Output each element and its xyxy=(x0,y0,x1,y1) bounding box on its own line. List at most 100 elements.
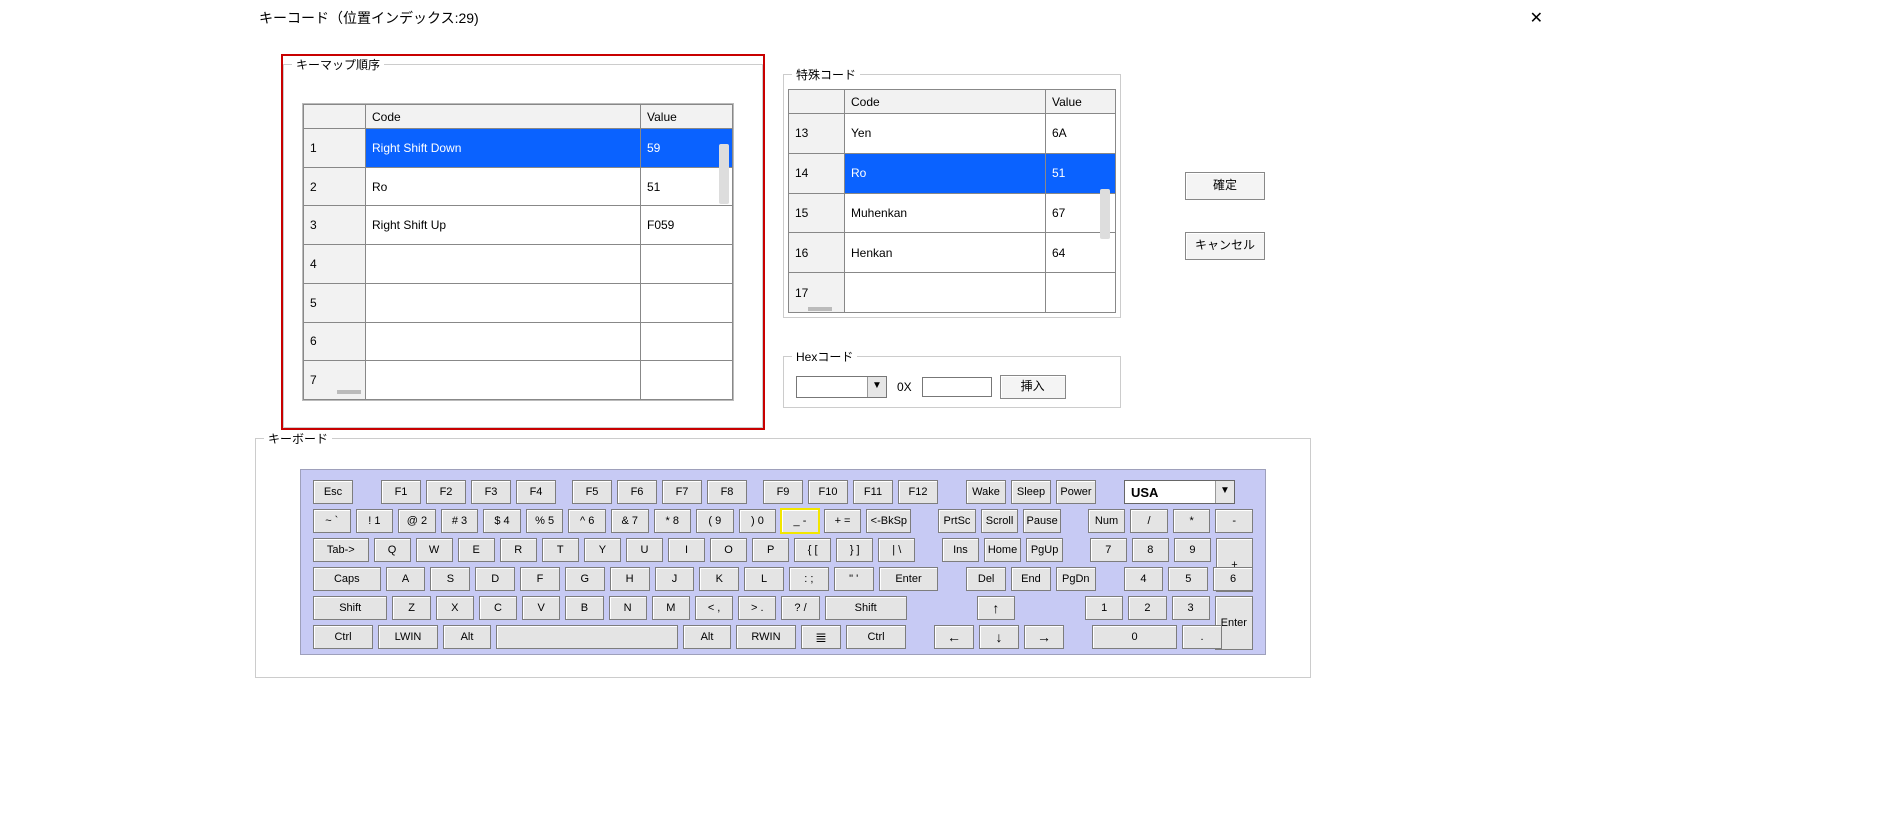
arrow-left-icon[interactable]: ← xyxy=(934,625,974,649)
hex-function-select[interactable]: ▼ xyxy=(796,376,887,398)
key-g[interactable]: G xyxy=(565,567,605,591)
key-0[interactable]: ) 0 xyxy=(739,509,777,533)
key-numlock[interactable]: Num xyxy=(1088,509,1126,533)
close-icon[interactable]: ✕ xyxy=(1524,8,1549,28)
key-h[interactable]: H xyxy=(610,567,650,591)
key-f9[interactable]: F9 xyxy=(763,480,803,504)
key-num7[interactable]: 7 xyxy=(1090,538,1127,562)
ok-button[interactable]: 確定 xyxy=(1185,172,1265,200)
cell-value[interactable]: 51 xyxy=(1046,153,1116,193)
key-backslash[interactable]: | \ xyxy=(878,538,915,562)
col-value[interactable]: Value xyxy=(641,105,733,129)
key-slash[interactable]: ? / xyxy=(781,596,819,620)
key-f12[interactable]: F12 xyxy=(898,480,938,504)
cell-value[interactable] xyxy=(641,245,733,284)
key-f10[interactable]: F10 xyxy=(808,480,848,504)
cell-code[interactable]: Right Shift Down xyxy=(366,129,641,168)
scrollbar[interactable] xyxy=(1100,189,1110,239)
key-equal[interactable]: + = xyxy=(824,509,862,533)
key-f5[interactable]: F5 xyxy=(572,480,612,504)
table-row[interactable]: 3 Right Shift Up F059 xyxy=(304,206,733,245)
table-row[interactable]: 2 Ro 51 xyxy=(304,167,733,206)
table-row[interactable]: 13 Yen 6A xyxy=(789,114,1116,154)
arrow-up-icon[interactable]: ↑ xyxy=(977,596,1015,620)
key-num8[interactable]: 8 xyxy=(1132,538,1169,562)
table-row[interactable]: 15 Muhenkan 67 xyxy=(789,193,1116,233)
table-row[interactable]: 17 xyxy=(789,273,1116,313)
key-y[interactable]: Y xyxy=(584,538,621,562)
key-p[interactable]: P xyxy=(752,538,789,562)
key-j[interactable]: J xyxy=(655,567,695,591)
key-numsub[interactable]: - xyxy=(1215,509,1253,533)
special-code-table[interactable]: Code Value 13 Yen 6A 14 Ro 51 xyxy=(788,89,1116,313)
key-num1[interactable]: 1 xyxy=(1085,596,1123,620)
key-f1[interactable]: F1 xyxy=(381,480,421,504)
table-row[interactable]: 14 Ro 51 xyxy=(789,153,1116,193)
key-pgdn[interactable]: PgDn xyxy=(1056,567,1096,591)
hex-value-input[interactable] xyxy=(922,377,992,397)
key-sleep[interactable]: Sleep xyxy=(1011,480,1051,504)
cell-code[interactable]: Ro xyxy=(366,167,641,206)
key-z[interactable]: Z xyxy=(392,596,430,620)
key-x[interactable]: X xyxy=(436,596,474,620)
key-numdiv[interactable]: / xyxy=(1130,509,1168,533)
key-period[interactable]: > . xyxy=(738,596,776,620)
col-code[interactable]: Code xyxy=(366,105,641,129)
key-num9[interactable]: 9 xyxy=(1174,538,1211,562)
key-shift-left[interactable]: Shift xyxy=(313,596,387,620)
arrow-right-icon[interactable]: → xyxy=(1024,625,1064,649)
table-row[interactable]: 7 xyxy=(304,361,733,400)
cell-value[interactable] xyxy=(641,322,733,361)
cell-code[interactable]: Henkan xyxy=(845,233,1046,273)
key-5[interactable]: % 5 xyxy=(526,509,564,533)
key-c[interactable]: C xyxy=(479,596,517,620)
key-b[interactable]: B xyxy=(565,596,603,620)
key-u[interactable]: U xyxy=(626,538,663,562)
key-pause[interactable]: Pause xyxy=(1023,509,1061,533)
key-4[interactable]: $ 4 xyxy=(483,509,521,533)
table-row[interactable]: 16 Henkan 64 xyxy=(789,233,1116,273)
key-num2[interactable]: 2 xyxy=(1128,596,1166,620)
key-f3[interactable]: F3 xyxy=(471,480,511,504)
key-quote[interactable]: " ' xyxy=(834,567,874,591)
key-grave[interactable]: ~ ` xyxy=(313,509,351,533)
key-v[interactable]: V xyxy=(522,596,560,620)
key-enter[interactable]: Enter xyxy=(879,567,939,591)
key-m[interactable]: M xyxy=(652,596,690,620)
key-insert[interactable]: Ins xyxy=(942,538,979,562)
cell-value[interactable] xyxy=(641,283,733,322)
key-esc[interactable]: Esc xyxy=(313,480,353,504)
key-f2[interactable]: F2 xyxy=(426,480,466,504)
key-rbracket[interactable]: } ] xyxy=(836,538,873,562)
insert-button[interactable]: 挿入 xyxy=(1000,375,1066,399)
key-alt-right[interactable]: Alt xyxy=(683,625,731,649)
cell-value[interactable]: 6A xyxy=(1046,114,1116,154)
key-pgup[interactable]: PgUp xyxy=(1026,538,1063,562)
key-lwin[interactable]: LWIN xyxy=(378,625,438,649)
key-a[interactable]: A xyxy=(386,567,426,591)
key-shift-right[interactable]: Shift xyxy=(825,596,907,620)
key-f[interactable]: F xyxy=(520,567,560,591)
key-f6[interactable]: F6 xyxy=(617,480,657,504)
key-delete[interactable]: Del xyxy=(966,567,1006,591)
cell-value[interactable]: F059 xyxy=(641,206,733,245)
key-comma[interactable]: < , xyxy=(695,596,733,620)
layout-select[interactable]: USA ▼ xyxy=(1124,480,1235,504)
cell-code[interactable] xyxy=(845,273,1046,313)
scrollbar[interactable] xyxy=(719,144,729,204)
key-t[interactable]: T xyxy=(542,538,579,562)
key-w[interactable]: W xyxy=(416,538,453,562)
key-scrolllock[interactable]: Scroll xyxy=(981,509,1019,533)
cancel-button[interactable]: キャンセル xyxy=(1185,232,1265,260)
key-o[interactable]: O xyxy=(710,538,747,562)
table-row[interactable]: 6 xyxy=(304,322,733,361)
key-6[interactable]: ^ 6 xyxy=(568,509,606,533)
cell-value[interactable] xyxy=(1046,273,1116,313)
key-f4[interactable]: F4 xyxy=(516,480,556,504)
key-alt-left[interactable]: Alt xyxy=(443,625,491,649)
menu-icon[interactable]: ≣ xyxy=(801,625,841,649)
cell-code[interactable] xyxy=(366,245,641,284)
key-q[interactable]: Q xyxy=(374,538,411,562)
key-rwin[interactable]: RWIN xyxy=(736,625,796,649)
key-f8[interactable]: F8 xyxy=(707,480,747,504)
